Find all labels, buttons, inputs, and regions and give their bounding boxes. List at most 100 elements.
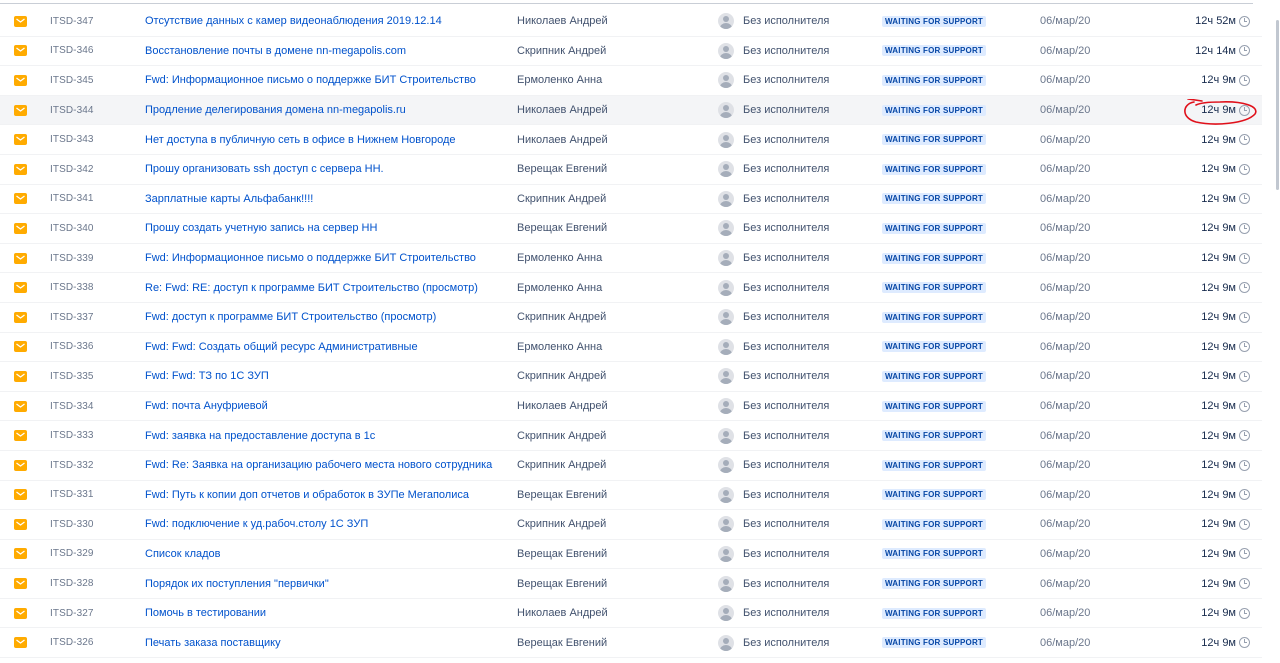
issue-summary-link[interactable]: Восстановление почты в домене nn-megapol… <box>145 37 406 66</box>
issue-type-cell <box>14 185 30 214</box>
issue-key[interactable]: ITSD-343 <box>50 125 94 154</box>
issue-type-cell <box>14 214 30 243</box>
assignee-label: Без исполнителя <box>743 163 830 176</box>
issue-key[interactable]: ITSD-336 <box>50 333 94 362</box>
mail-icon <box>14 74 27 86</box>
issue-reporter: Скрипник Андрей <box>517 518 607 531</box>
issue-summary-link[interactable]: Fwd: почта Ануфриевой <box>145 392 268 421</box>
table-row[interactable]: ITSD-326 Печать заказа поставщику Вереща… <box>0 628 1262 659</box>
sla-time: 12ч 9м <box>1201 281 1236 294</box>
issue-key[interactable]: ITSD-340 <box>50 214 94 243</box>
issue-status: WAITING FOR SUPPORT <box>882 37 987 66</box>
issue-key[interactable]: ITSD-329 <box>50 540 94 569</box>
assignee-label: Без исполнителя <box>743 459 830 472</box>
mail-icon <box>14 578 27 590</box>
issue-status: WAITING FOR SUPPORT <box>882 185 987 214</box>
issue-summary-link[interactable]: Отсутствие данных с камер видеонаблюдени… <box>145 7 442 36</box>
issue-summary-link[interactable]: Fwd: Информационное письмо о поддержке Б… <box>145 244 476 273</box>
issue-key[interactable]: ITSD-334 <box>50 392 94 421</box>
status-badge: WAITING FOR SUPPORT <box>882 163 987 175</box>
issue-summary-link[interactable]: Прошу организовать ssh доступ с сервера … <box>145 155 384 184</box>
issue-key[interactable]: ITSD-347 <box>50 7 94 36</box>
table-row[interactable]: ITSD-332 Fwd: Re: Заявка на организацию … <box>0 451 1262 481</box>
clock-icon <box>1239 74 1250 86</box>
issue-summary-link[interactable]: Печать заказа поставщику <box>145 628 281 657</box>
issue-summary-link[interactable]: Нет доступа в публичную сеть в офисе в Н… <box>145 125 456 154</box>
issue-summary-link[interactable]: Прошу создать учетную запись на сервер Н… <box>145 214 377 243</box>
issue-created-date: 06/мар/20 <box>1040 547 1091 560</box>
table-row[interactable]: ITSD-337 Fwd: доступ к программе БИТ Стр… <box>0 303 1262 333</box>
issue-key[interactable]: ITSD-326 <box>50 628 94 657</box>
status-badge: WAITING FOR SUPPORT <box>882 74 987 86</box>
issue-key[interactable]: ITSD-339 <box>50 244 94 273</box>
table-row[interactable]: ITSD-346 Восстановление почты в домене n… <box>0 37 1262 67</box>
issue-summary-link[interactable]: Re: Fwd: RE: доступ к программе БИТ Стро… <box>145 273 478 302</box>
mail-icon <box>14 459 27 471</box>
issue-key[interactable]: ITSD-330 <box>50 510 94 539</box>
table-row[interactable]: ITSD-343 Нет доступа в публичную сеть в … <box>0 125 1262 155</box>
issue-key[interactable]: ITSD-335 <box>50 362 94 391</box>
table-row[interactable]: ITSD-335 Fwd: Fwd: ТЗ по 1С ЗУП Скрипник… <box>0 362 1262 392</box>
table-row[interactable]: ITSD-339 Fwd: Информационное письмо о по… <box>0 244 1262 274</box>
issue-key[interactable]: ITSD-338 <box>50 273 94 302</box>
issue-summary-link[interactable]: Fwd: Fwd: Создать общий ресурс Администр… <box>145 333 418 362</box>
issue-summary-link[interactable]: Fwd: подключение к уд.рабоч.столу 1С ЗУП <box>145 510 368 539</box>
issue-summary-link[interactable]: Порядок их поступления "первички" <box>145 569 329 598</box>
issue-type-cell <box>14 7 30 36</box>
issue-key[interactable]: ITSD-331 <box>50 481 94 510</box>
table-row[interactable]: ITSD-347 Отсутствие данных с камер видео… <box>0 7 1262 37</box>
issue-sla: 12ч 9м <box>1150 481 1250 510</box>
table-row[interactable]: ITSD-340 Прошу создать учетную запись на… <box>0 214 1262 244</box>
issue-reporter: Скрипник Андрей <box>517 429 607 442</box>
issue-created-date: 06/мар/20 <box>1040 577 1091 590</box>
table-row[interactable]: ITSD-327 Помочь в тестировании Николаев … <box>0 599 1262 629</box>
table-row[interactable]: ITSD-342 Прошу организовать ssh доступ с… <box>0 155 1262 185</box>
issue-key[interactable]: ITSD-333 <box>50 421 94 450</box>
issue-key[interactable]: ITSD-337 <box>50 303 94 332</box>
table-row[interactable]: ITSD-338 Re: Fwd: RE: доступ к программе… <box>0 273 1262 303</box>
issue-key[interactable]: ITSD-344 <box>50 96 94 125</box>
issue-summary-link[interactable]: Fwd: доступ к программе БИТ Строительств… <box>145 303 436 332</box>
issue-summary-link[interactable]: Fwd: Информационное письмо о поддержке Б… <box>145 66 476 95</box>
table-row[interactable]: ITSD-328 Порядок их поступления "первичк… <box>0 569 1262 599</box>
sla-time: 12ч 9м <box>1201 488 1236 501</box>
sla-time: 12ч 9м <box>1201 252 1236 265</box>
table-row[interactable]: ITSD-333 Fwd: заявка на предоставление д… <box>0 421 1262 451</box>
table-row[interactable]: ITSD-336 Fwd: Fwd: Создать общий ресурс … <box>0 333 1262 363</box>
issue-status: WAITING FOR SUPPORT <box>882 628 987 657</box>
issue-summary-link[interactable]: Список кладов <box>145 540 221 569</box>
issue-created-date: 06/мар/20 <box>1040 370 1091 383</box>
issue-summary-link[interactable]: Fwd: Путь к копии доп отчетов и обработо… <box>145 481 469 510</box>
scrollbar-thumb[interactable] <box>1276 20 1279 190</box>
issue-summary-link[interactable]: Зарплатные карты Альфабанк!!!! <box>145 185 313 214</box>
table-row[interactable]: ITSD-345 Fwd: Информационное письмо о по… <box>0 66 1262 96</box>
issue-key[interactable]: ITSD-345 <box>50 66 94 95</box>
issue-key[interactable]: ITSD-341 <box>50 185 94 214</box>
status-badge: WAITING FOR SUPPORT <box>882 341 987 353</box>
issue-summary-link[interactable]: Fwd: заявка на предоставление доступа в … <box>145 421 375 450</box>
issue-type-cell <box>14 96 30 125</box>
issue-key[interactable]: ITSD-327 <box>50 599 94 628</box>
issue-status: WAITING FOR SUPPORT <box>882 421 987 450</box>
avatar-icon <box>718 220 734 237</box>
issue-type-cell <box>14 37 30 66</box>
vertical-scrollbar[interactable] <box>1274 0 1280 663</box>
issue-summary-link[interactable]: Fwd: Re: Заявка на организацию рабочего … <box>145 451 492 480</box>
table-row[interactable]: ITSD-341 Зарплатные карты Альфабанк!!!! … <box>0 185 1262 215</box>
issue-sla: 12ч 9м <box>1150 244 1250 273</box>
assignee-label: Без исполнителя <box>743 104 830 117</box>
table-row[interactable]: ITSD-344 Продление делегирования домена … <box>0 95 1262 126</box>
issue-key[interactable]: ITSD-342 <box>50 155 94 184</box>
issue-key[interactable]: ITSD-346 <box>50 37 94 66</box>
issue-summary-link[interactable]: Fwd: Fwd: ТЗ по 1С ЗУП <box>145 362 269 391</box>
issue-key[interactable]: ITSD-332 <box>50 451 94 480</box>
issue-status: WAITING FOR SUPPORT <box>882 392 987 421</box>
sla-time: 12ч 9м <box>1201 459 1236 472</box>
issue-key[interactable]: ITSD-328 <box>50 569 94 598</box>
issue-summary-link[interactable]: Продление делегирования домена nn-megapo… <box>145 96 406 125</box>
table-row[interactable]: ITSD-331 Fwd: Путь к копии доп отчетов и… <box>0 481 1262 511</box>
table-row[interactable]: ITSD-329 Список кладов Верещак Евгений Б… <box>0 540 1262 570</box>
table-row[interactable]: ITSD-330 Fwd: подключение к уд.рабоч.сто… <box>0 510 1262 540</box>
table-row[interactable]: ITSD-334 Fwd: почта Ануфриевой Николаев … <box>0 392 1262 422</box>
issue-summary-link[interactable]: Помочь в тестировании <box>145 599 266 628</box>
